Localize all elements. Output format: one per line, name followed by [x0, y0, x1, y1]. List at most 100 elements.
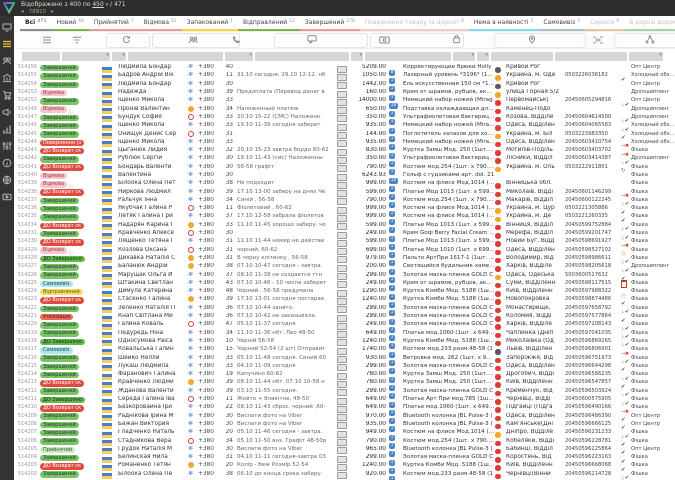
order-comment: Вислати фото на Viber [237, 446, 337, 452]
tab-В дорозі додому[interactable]: В дорозі додому0 [624, 16, 675, 31]
client-name: Іщенко Микола [118, 122, 188, 128]
tab-Самовивіз[interactable]: Самовивіз3 [538, 16, 585, 31]
tracking-number: 20450600575905 [565, 396, 621, 402]
sidebar-item-orders[interactable] [2, 39, 13, 49]
delivery-address: Харків, Відділе [506, 321, 565, 327]
order-comment: Вислати фото на Viber [237, 413, 337, 419]
comment-icon[interactable] [306, 34, 318, 45]
page-number[interactable]: 10 [39, 9, 46, 15]
order-id: 514217 [14, 346, 40, 352]
tab-Прийнятий[interactable]: Прийнятий7 [89, 16, 139, 31]
barcode-icon[interactable] [592, 34, 604, 45]
bag-icon[interactable] [450, 34, 462, 45]
client-phone: +380 [198, 446, 220, 452]
sidebar-item-info[interactable] [2, 158, 13, 168]
users-icon[interactable] [187, 34, 199, 45]
client-phone: +380 [198, 429, 220, 435]
table-row[interactable]: 514202ЗавершенийБілоока Олена Пе✻+380380… [14, 470, 675, 478]
filter-product[interactable] [365, 52, 451, 61]
filter-country[interactable] [112, 52, 126, 61]
globe-icon [2, 175, 12, 185]
sidebar [0, 16, 14, 480]
filter-client[interactable] [128, 52, 223, 61]
product-name: Ультрафиолетовая бактерицид [403, 114, 495, 120]
sidebar-item-cart[interactable] [2, 90, 13, 100]
source-marketplace-icon: ✻ [188, 280, 198, 286]
sidebar-item-clients[interactable] [2, 56, 13, 66]
filter-courier[interactable] [477, 52, 489, 61]
tab-Завершений[interactable]: Завершений278 [300, 16, 360, 31]
order-total: 299.00 [349, 388, 389, 394]
filter-phone[interactable] [225, 52, 253, 61]
sidebar-item-marketing[interactable] [2, 107, 13, 117]
tab-Всі[interactable]: Всі471 [20, 16, 52, 31]
filter-id[interactable] [22, 52, 60, 61]
order-comment: 05.10 11-50 внз. Графіт 48-50р [237, 438, 337, 444]
order-total: 699.00 [349, 247, 389, 253]
phone-icon[interactable] [230, 34, 242, 45]
sidebar-item-video[interactable] [2, 192, 13, 202]
order-comment: 05.10 11-48 сегодня. Синий 60 [237, 355, 337, 361]
chevron-down-icon: ▾ [106, 2, 109, 8]
delivery-address: Украина, м. Біл [506, 131, 565, 137]
tab-Новий[interactable]: Новий48 [52, 16, 89, 31]
source-marketplace-icon: ✻ [188, 97, 198, 103]
client-phone: +380 [198, 197, 220, 203]
manager-id: 19 [220, 371, 237, 377]
filter-funnel[interactable] [629, 52, 663, 61]
sidebar-item-settings[interactable] [2, 141, 13, 151]
order-id: 514248 [14, 106, 40, 112]
tab-Повернення товару (в дорозі)[interactable]: Повернення товару (в дорозі)0 [360, 16, 469, 31]
tab-count: 7 [131, 19, 134, 24]
refresh-icon[interactable] [120, 34, 132, 45]
client-phone: +380 [198, 164, 220, 170]
filter-icon[interactable] [71, 34, 83, 45]
sales-funnel: Фішка [631, 197, 675, 203]
manager-id: 31 [220, 131, 237, 137]
sidebar-item-reports[interactable] [2, 124, 13, 134]
delivery-address: Чернівці, Відді [506, 396, 565, 402]
tab-Нема в наявності[interactable]: Нема в наявності1 [469, 16, 538, 31]
filter-comment[interactable] [255, 52, 349, 61]
delivery-address: Одеса, Відділен [506, 139, 565, 145]
money-icon[interactable] [378, 34, 390, 45]
sales-funnel: Фішка [631, 164, 675, 170]
first-page-button[interactable]: « [21, 9, 25, 15]
sidebar-item-network[interactable] [2, 175, 13, 185]
product-name: Куртка Комби Мод. 5188 (1шт. х [403, 296, 495, 302]
client-name: Ральчук Інна [118, 197, 188, 203]
last-page-button[interactable]: » [50, 9, 54, 15]
order-comment: 08.10 11-38 не создается ттн [237, 272, 337, 278]
sidebar-item-finance[interactable] [2, 73, 13, 83]
order-total: 299.00 [349, 305, 389, 311]
sales-funnel: Фішка [631, 379, 675, 385]
manager-id: 39 [220, 388, 237, 394]
client-phone: +380 [198, 189, 220, 195]
order-id: 514225 [14, 280, 40, 286]
tab-Сервіси[interactable]: Сервіси0 [585, 16, 624, 31]
client-phone: +380 [198, 296, 220, 302]
status-list-icon[interactable] [41, 34, 53, 45]
filter-status[interactable] [62, 52, 110, 61]
filter-qty[interactable] [453, 52, 475, 61]
manager-id: 33 [220, 139, 237, 145]
tab-Відмова[interactable]: Відмова42 [139, 16, 182, 31]
client-phone: +380 [198, 89, 220, 95]
page-end-dropdown[interactable]: 450 [92, 1, 103, 8]
tab-Відправлений[interactable]: Відправлений12 [238, 16, 300, 31]
filter-ttn[interactable] [555, 52, 627, 61]
filter-payment[interactable] [351, 52, 363, 61]
route-icon[interactable] [644, 34, 656, 45]
product-name: Платье мод.1060 (1шт. х 649.00 [403, 404, 495, 410]
product-name: Ветровка мод. 262 (1шт. х 930.0 [403, 355, 495, 361]
tab-Запакований[interactable]: Запакований1 [182, 16, 238, 31]
order-comment: Черній 56-58 [237, 338, 337, 344]
pin-icon[interactable] [526, 34, 538, 45]
tracking-number: 20450596225864 [565, 446, 621, 452]
order-comment: 08.10 11-43 сброс. чорний ,60- [237, 404, 337, 410]
order-id: 514247 [14, 114, 40, 120]
product-name: Куртка Комби Мод. 5188 (1шт. х [403, 288, 495, 294]
sidebar-item-dashboard[interactable] [2, 22, 13, 32]
source-marketplace-icon: ✻ [188, 371, 198, 377]
filter-city[interactable] [491, 52, 553, 61]
